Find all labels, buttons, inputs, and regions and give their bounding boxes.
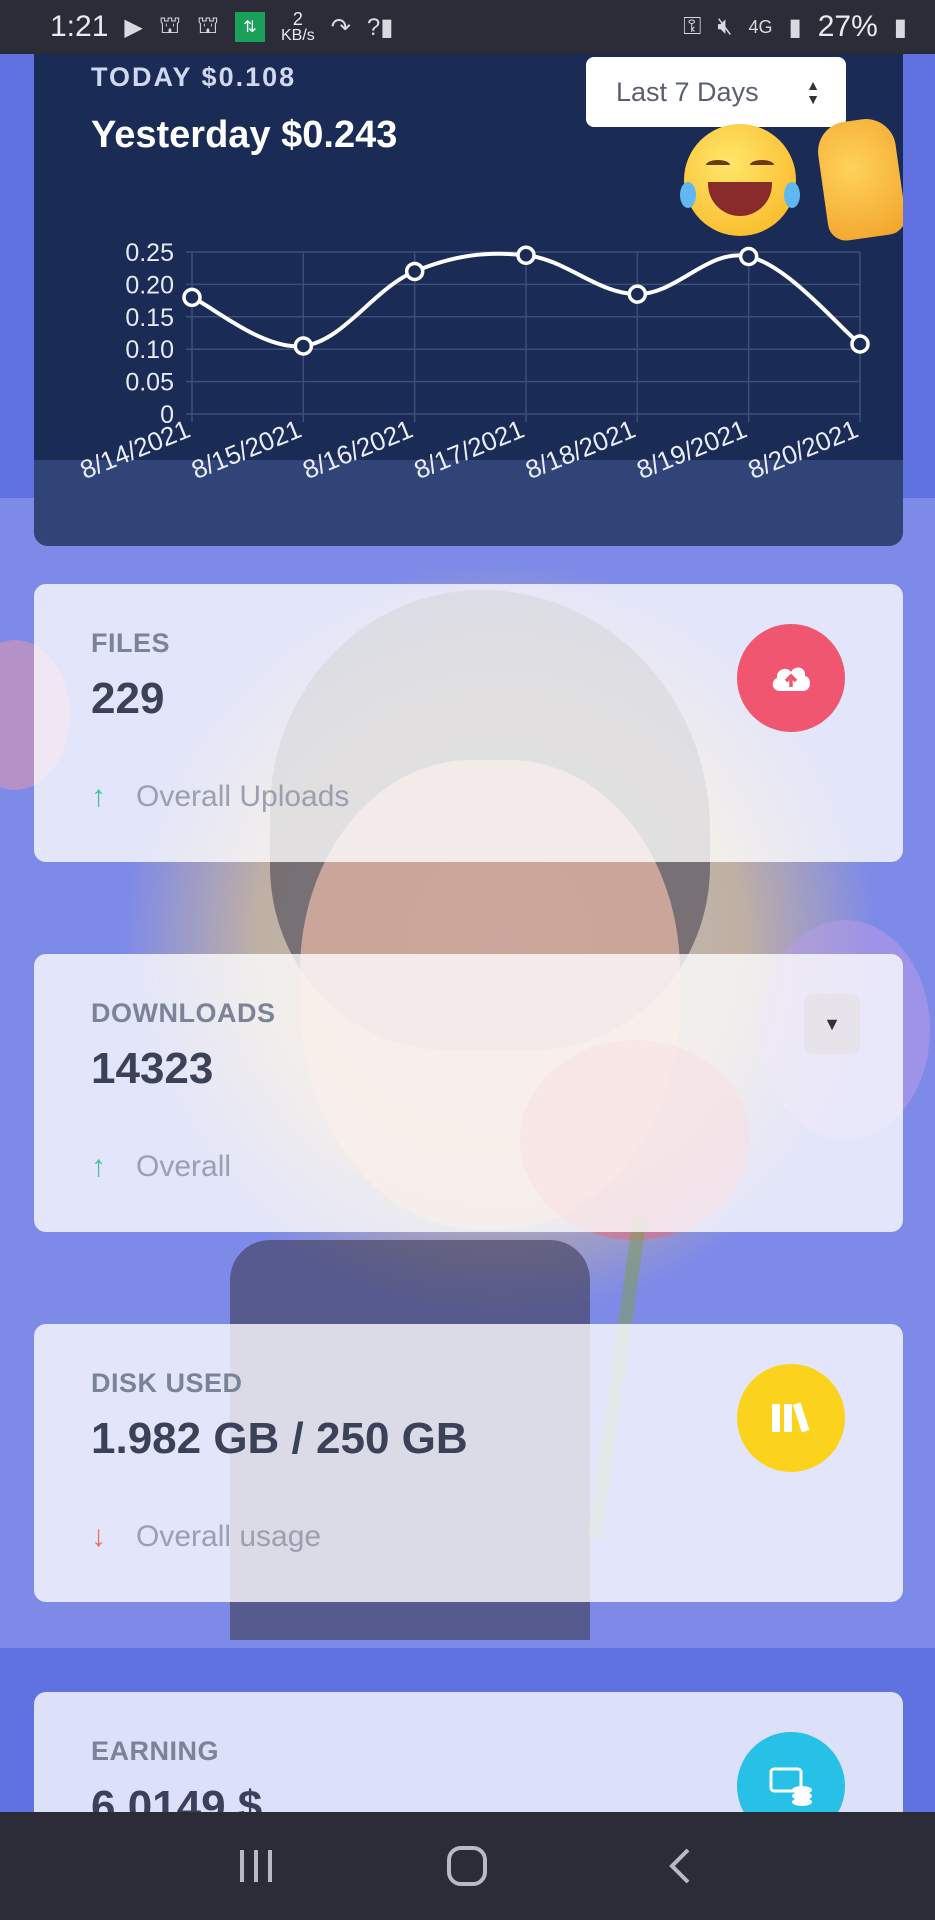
disk-value: 1.982 GB / 250 GB: [91, 1414, 468, 1463]
network-speed: 2 KB/s: [280, 9, 315, 44]
status-bar: 1:21 ▶ ⛫ ⛫ ⇅ 2 KB/s ↷ ?▮ ⚿ 🔇︎ 4G ▮ 27% ▮: [0, 0, 935, 54]
thumbs-down-emoji-icon: [814, 115, 903, 243]
disk-footer: ↓ Overall usage: [91, 1520, 321, 1554]
laughing-emoji-icon: [680, 124, 800, 236]
x-tick-label: 8/19/2021: [632, 414, 750, 485]
downloads-card: DOWNLOADS 14323 ↑ Overall ▼: [34, 954, 903, 1232]
app-notification-icon: ⇅: [234, 12, 265, 42]
files-label: FILES: [91, 628, 171, 658]
tap-icon-2: ⛫: [196, 12, 219, 39]
y-tick-label: 0.20: [125, 271, 174, 299]
data-point: [182, 287, 202, 308]
battery-level: 27%: [817, 10, 878, 43]
tap-icon: ⛫: [158, 12, 181, 39]
no-signal-icon: ?▮: [366, 13, 394, 41]
signal-icon: ▮: [788, 13, 802, 41]
sort-arrows-icon: ▲ ▼: [806, 77, 820, 107]
x-tick-label: 8/15/2021: [187, 414, 305, 485]
home-button[interactable]: [427, 1826, 507, 1906]
earnings-chart-card: TODAY $0.108 Yesterday $0.243 Last 7 Day…: [34, 54, 903, 546]
downloads-dropdown-button[interactable]: ▼: [804, 994, 860, 1054]
caret-down-icon: ▼: [823, 1013, 841, 1034]
x-tick-label: 8/14/2021: [76, 414, 194, 485]
y-tick-label: 0.10: [125, 336, 174, 364]
earning-label: EARNING: [91, 1736, 220, 1766]
battery-icon: ▮: [893, 13, 907, 41]
recent-apps-button[interactable]: [216, 1826, 296, 1906]
clock: 1:21: [50, 10, 109, 43]
share-icon: ↷: [330, 13, 351, 41]
x-tick-label: 8/20/2021: [744, 414, 862, 485]
back-button[interactable]: [639, 1826, 719, 1906]
x-tick-label: 8/16/2021: [298, 414, 416, 485]
files-card: FILES 229 ↑ Overall Uploads: [34, 584, 903, 862]
x-tick-label: 8/18/2021: [521, 414, 639, 485]
disk-used-card: DISK USED 1.982 GB / 250 GB ↓ Overall us…: [34, 1324, 903, 1602]
cloud-upload-icon[interactable]: [737, 624, 845, 732]
files-footer: ↑ Overall Uploads: [91, 780, 349, 814]
arrow-up-icon: ↑: [91, 1150, 106, 1183]
downloads-footer: ↑ Overall: [91, 1150, 231, 1184]
y-tick-label: 0.05: [125, 369, 174, 397]
data-point: [293, 336, 314, 356]
y-tick-label: 0.15: [125, 304, 174, 332]
downloads-label: DOWNLOADS: [91, 998, 276, 1028]
vpn-key-icon: ⚿: [683, 13, 702, 40]
line-chart: 0.250.200.150.100.0508/14/20218/15/20218…: [76, 239, 870, 485]
downloads-value: 14323: [91, 1044, 214, 1093]
data-point: [404, 261, 425, 282]
mute-icon: 🔇︎: [717, 13, 733, 40]
disk-footer-text: Overall usage: [136, 1520, 322, 1553]
y-tick-label: 0.25: [125, 239, 174, 267]
data-point: [850, 334, 870, 354]
arrow-down-icon: ↓: [91, 1520, 106, 1553]
date-range-select[interactable]: Last 7 Days ▲ ▼: [586, 57, 846, 127]
disk-label: DISK USED: [91, 1368, 243, 1398]
files-value: 229: [91, 674, 165, 723]
downloads-footer-text: Overall: [136, 1150, 232, 1183]
data-point: [627, 284, 648, 304]
system-nav-bar: [0, 1812, 935, 1920]
arrow-up-icon: ↑: [91, 780, 106, 813]
data-point: [516, 245, 536, 265]
youtube-icon: ▶: [124, 13, 143, 41]
date-range-value: Last 7 Days: [616, 76, 759, 107]
files-footer-text: Overall Uploads: [136, 780, 350, 813]
library-icon[interactable]: [737, 1364, 845, 1472]
network-type: 4G: [748, 16, 773, 37]
data-point: [738, 246, 759, 267]
x-tick-label: 8/17/2021: [410, 414, 528, 485]
